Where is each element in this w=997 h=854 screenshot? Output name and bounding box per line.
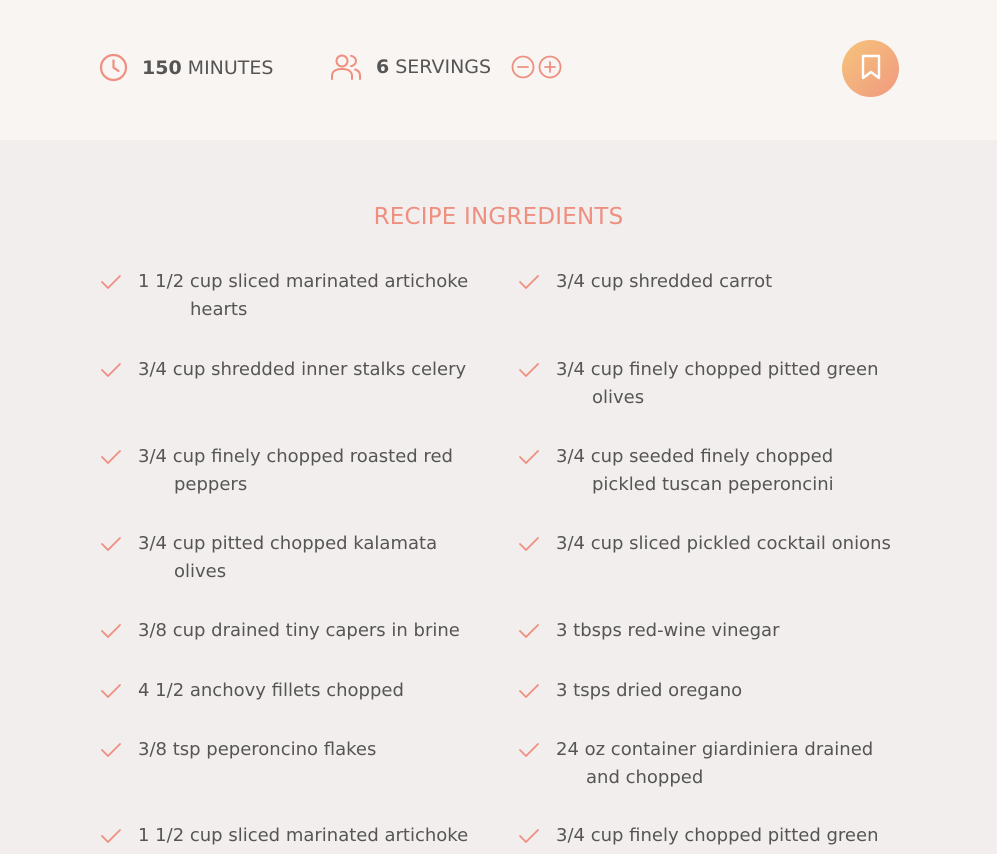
- ingredient-text: 3 tsps dried oregano: [556, 680, 743, 701]
- ingredient-text: 3/8 tsp peperoncino flakes: [138, 739, 377, 760]
- check-icon: [518, 826, 540, 854]
- ingredient-text: 3/4 cup finely chopped roasted red: [138, 446, 453, 467]
- ingredient-text-continued: hearts: [190, 299, 248, 320]
- ingredient-text: 3/4 cup sliced pickled cocktail onions: [556, 533, 891, 554]
- time-value: 150: [142, 56, 182, 79]
- servings-stepper: [511, 55, 562, 79]
- ingredient-text: 3/4 cup pitted chopped kalamata: [138, 533, 438, 554]
- check-icon: [100, 621, 122, 649]
- servings: 6 SERVINGS: [330, 53, 562, 81]
- ingredient-text-continued: peppers: [174, 474, 248, 495]
- ingredient-text: 3/4 cup finely chopped pitted green: [556, 359, 879, 380]
- servings-value: 6: [376, 56, 390, 78]
- recipe-meta-bar: 150 MINUTES 6 SERVINGS: [0, 0, 997, 140]
- check-icon: [100, 681, 122, 709]
- servings-unit: SERVINGS: [395, 56, 492, 78]
- users-icon: [330, 53, 362, 81]
- ingredient-text: 3/4 cup shredded carrot: [556, 271, 773, 292]
- time-unit: MINUTES: [187, 56, 274, 79]
- ingredient-text: 24 oz container giardiniera drained: [556, 739, 874, 760]
- check-icon: [518, 534, 540, 562]
- check-icon: [100, 272, 122, 300]
- ingredient-text: 1 1/2 cup sliced marinated artichoke: [138, 271, 469, 292]
- check-icon: [518, 681, 540, 709]
- ingredient-text: 3/4 cup finely chopped pitted green: [556, 825, 879, 846]
- check-icon: [518, 447, 540, 475]
- ingredient-text: 3/4 cup seeded finely chopped: [556, 446, 834, 467]
- minus-circle-icon[interactable]: [511, 55, 535, 79]
- clock-icon: [99, 53, 128, 82]
- ingredient-text-continued: and chopped: [586, 767, 704, 788]
- check-icon: [100, 360, 122, 388]
- check-icon: [518, 360, 540, 388]
- ingredient-text: 3/4 cup shredded inner stalks celery: [138, 359, 467, 380]
- check-icon: [100, 826, 122, 854]
- check-icon: [518, 740, 540, 768]
- plus-circle-icon[interactable]: [538, 55, 562, 79]
- bookmark-icon: [859, 53, 883, 85]
- check-icon: [100, 740, 122, 768]
- ingredients-heading: RECIPE INGREDIENTS: [373, 204, 624, 230]
- ingredient-text: 4 1/2 anchovy fillets chopped: [138, 680, 404, 701]
- ingredient-text-continued: olives: [592, 387, 645, 408]
- ingredient-text-continued: olives: [174, 561, 227, 582]
- check-icon: [100, 534, 122, 562]
- ingredient-text-continued: pickled tuscan peperoncini: [592, 474, 834, 495]
- ingredient-text: 3/8 cup drained tiny capers in brine: [138, 620, 460, 641]
- ingredient-text: 1 1/2 cup sliced marinated artichoke: [138, 825, 469, 846]
- prep-time: 150 MINUTES: [99, 53, 273, 82]
- check-icon: [518, 272, 540, 300]
- check-icon: [518, 621, 540, 649]
- check-icon: [100, 447, 122, 475]
- bookmark-button[interactable]: [842, 40, 899, 97]
- ingredient-text: 3 tbsps red-wine vinegar: [556, 620, 780, 641]
